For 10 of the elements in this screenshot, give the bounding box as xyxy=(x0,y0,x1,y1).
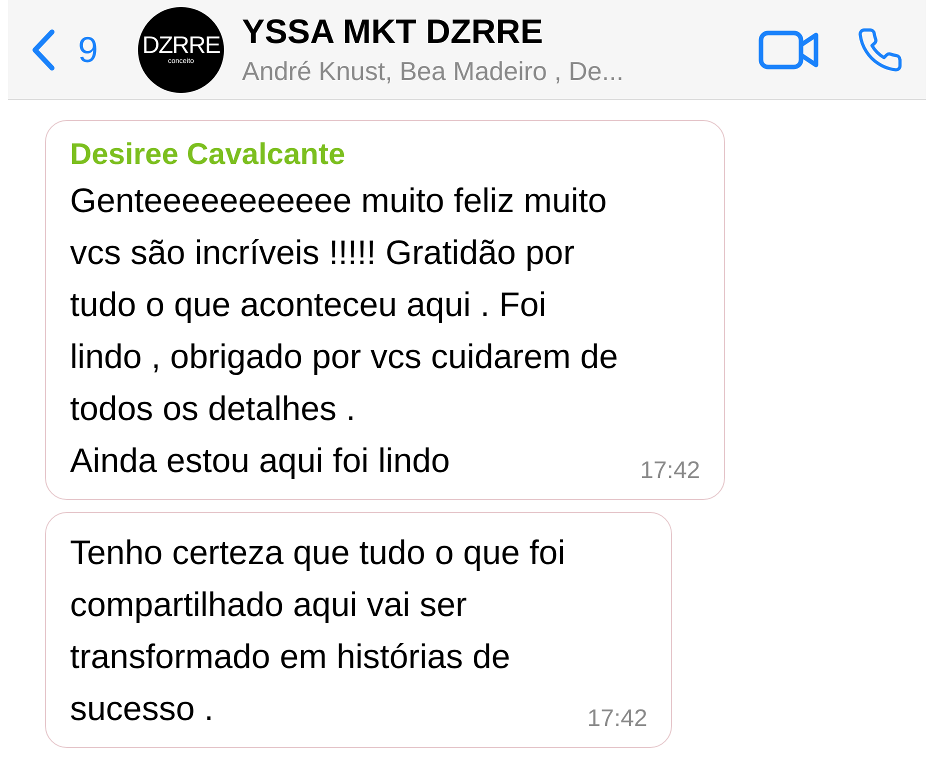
message-text: Tenho certeza que tudo o que foi compartilhado aqui vai ser transformado em histórias de sucesso . xyxy=(70,533,566,730)
message-time: 17:42 xyxy=(587,705,648,733)
video-call-icon[interactable] xyxy=(758,30,820,70)
avatar-logo: DZRRE xyxy=(142,34,220,58)
message-time: 17:42 xyxy=(640,457,700,485)
sender-name: Desiree Cavalcante xyxy=(70,137,346,173)
message-text: Genteeeeeeeeeee muito feliz muito vcs são incríveis !!!!! Gratidão por tudo o que aconteceu aqui . Foi lindo , obrigado por vcs cuidarem de todos os detalhes . Ainda estou aqui foi lindo xyxy=(70,181,618,482)
phone-call-icon[interactable] xyxy=(856,26,904,74)
chevron-left-icon xyxy=(30,28,56,72)
group-title[interactable]: YSSA MKT DZRRE xyxy=(242,12,722,52)
